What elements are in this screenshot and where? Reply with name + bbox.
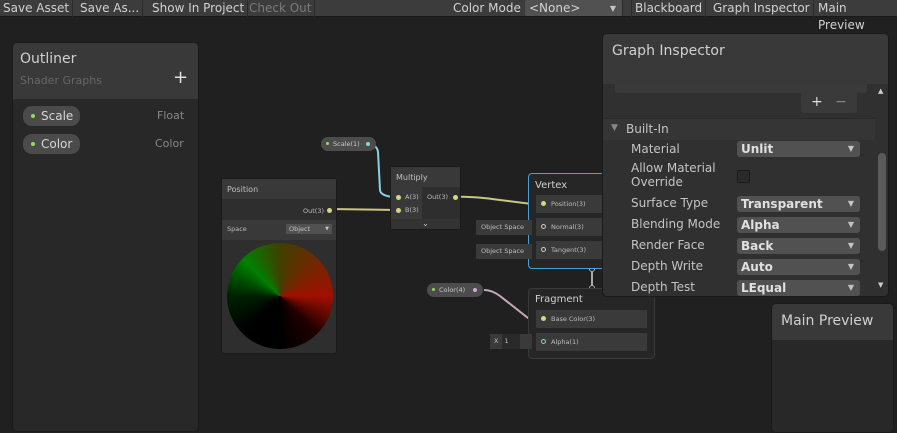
property-type: Color bbox=[155, 137, 184, 150]
vertex-context[interactable]: Vertex Position(3) Normal(3) Tangent(3) bbox=[528, 173, 616, 269]
port-base-color[interactable]: Base Color(3) bbox=[551, 315, 595, 323]
port-normal[interactable]: Normal(3) bbox=[551, 223, 584, 231]
fragment-context[interactable]: Fragment Base Color(3) Alpha(1) bbox=[528, 288, 655, 359]
scrollbar-thumb[interactable] bbox=[878, 153, 886, 251]
wire-position-to-b bbox=[328, 208, 398, 211]
field-label: Depth Write bbox=[631, 259, 704, 273]
property-name: Scale bbox=[41, 109, 74, 123]
position-title: Position bbox=[222, 179, 336, 199]
scale-node-label: Scale(1) bbox=[333, 140, 360, 148]
alpha-default-field[interactable]: X1 bbox=[490, 334, 532, 349]
field-label: Surface Type bbox=[631, 196, 709, 210]
multiply-node[interactable]: Multiply A(3) B(3) Out(3) ⌄ bbox=[390, 166, 461, 230]
scale-property-node[interactable]: Scale(1) bbox=[321, 137, 376, 151]
add-property-button[interactable]: + bbox=[173, 67, 188, 88]
depth-test-dropdown[interactable]: LEqual ▼ bbox=[737, 280, 860, 296]
color-property-node[interactable]: Color(4) bbox=[427, 283, 483, 297]
multiply-title: Multiply bbox=[391, 167, 460, 187]
collapse-triangle-icon[interactable]: ▼ bbox=[611, 123, 618, 133]
scroll-down-icon[interactable]: ▼ bbox=[878, 281, 883, 289]
inspector-title: Graph Inspector bbox=[612, 43, 725, 59]
outliner-panel: Outliner Shader Graphs + Scale Float Col… bbox=[12, 42, 199, 432]
vertex-title: Vertex bbox=[535, 180, 568, 191]
tangent-default-value[interactable]: Object Space bbox=[476, 244, 532, 259]
section-built-in[interactable]: Built-In bbox=[626, 122, 669, 136]
space-label: Space bbox=[227, 225, 247, 233]
property-color[interactable]: Color bbox=[23, 134, 80, 154]
add-button[interactable]: + bbox=[811, 94, 823, 110]
field-label: Render Face bbox=[631, 238, 705, 252]
port-position[interactable]: Position(3) bbox=[551, 200, 586, 208]
blending-mode-dropdown[interactable]: Alpha ▼ bbox=[737, 217, 860, 233]
port-alpha[interactable]: Alpha(1) bbox=[551, 338, 579, 346]
property-name: Color bbox=[41, 137, 73, 151]
port-b[interactable]: B(3) bbox=[405, 206, 419, 214]
fragment-title: Fragment bbox=[535, 294, 583, 305]
property-type: Float bbox=[157, 109, 185, 122]
remove-button[interactable]: − bbox=[835, 94, 847, 110]
color-dot-icon bbox=[31, 142, 35, 146]
space-dropdown[interactable]: Object ▼ bbox=[286, 224, 332, 234]
port-out[interactable]: Out(3) bbox=[303, 207, 324, 215]
port-a[interactable]: A(3) bbox=[405, 193, 419, 201]
property-scale[interactable]: Scale bbox=[23, 106, 80, 126]
float-dot-icon bbox=[31, 114, 35, 118]
main-preview-panel: Main Preview bbox=[771, 303, 894, 433]
field-label: Material bbox=[631, 142, 680, 156]
normal-default-value[interactable]: Object Space bbox=[476, 220, 532, 235]
port-out[interactable]: Out(3) bbox=[427, 193, 448, 201]
port-tangent[interactable]: Tangent(3) bbox=[551, 246, 586, 254]
inspector-scrollbar[interactable]: ▲ ▼ bbox=[876, 84, 888, 296]
outliner-subtitle: Shader Graphs bbox=[20, 74, 102, 87]
material-dropdown[interactable]: Unlit ▼ bbox=[737, 141, 860, 157]
alpha-value-input[interactable]: 1 bbox=[502, 334, 521, 349]
render-face-dropdown[interactable]: Back ▼ bbox=[737, 238, 860, 254]
field-label: Depth Test bbox=[631, 280, 695, 294]
color-node-label: Color(4) bbox=[439, 286, 466, 294]
depth-write-dropdown[interactable]: Auto ▼ bbox=[737, 259, 860, 275]
graph-inspector-panel: Graph Inspector + − ▼ Built-In Material … bbox=[602, 33, 889, 297]
outliner-title: Outliner bbox=[20, 51, 77, 67]
preview-sphere bbox=[227, 243, 333, 349]
allow-material-override-checkbox[interactable] bbox=[737, 170, 750, 183]
main-preview-title: Main Preview bbox=[781, 313, 874, 329]
surface-type-dropdown[interactable]: Transparent ▼ bbox=[737, 196, 860, 212]
expand-chevron-icon[interactable]: ⌄ bbox=[391, 219, 460, 229]
field-label: Blending Mode bbox=[631, 217, 721, 231]
position-node[interactable]: Position Out(3) Space Object ▼ bbox=[221, 178, 337, 354]
field-label: Allow Material Override bbox=[631, 161, 716, 189]
scroll-up-icon[interactable]: ▲ bbox=[878, 87, 883, 95]
